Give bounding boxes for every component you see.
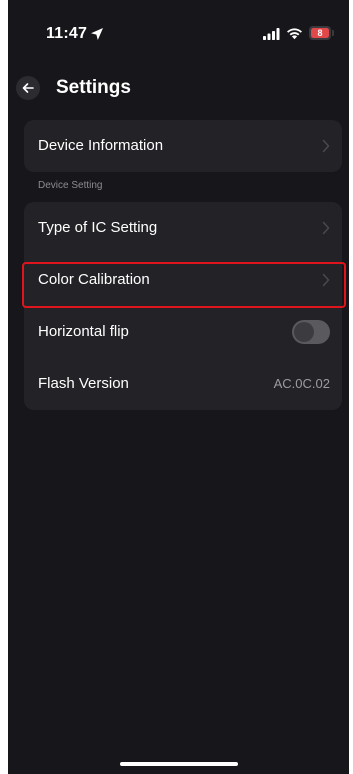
device-setting-card: Type of IC Setting Color Calibration Hor… <box>24 202 342 410</box>
phone-screen: 11:47 8 Settings Device Information Devi… <box>8 0 349 774</box>
horizontal-flip-toggle[interactable] <box>292 320 330 344</box>
type-of-ic-setting-label: Type of IC Setting <box>38 219 158 236</box>
chevron-right-icon <box>322 221 330 235</box>
location-arrow-icon <box>91 28 103 40</box>
device-information-label: Device Information <box>38 137 164 154</box>
device-information-card: Device Information <box>24 120 342 172</box>
color-calibration-label: Color Calibration <box>38 271 150 288</box>
back-button[interactable] <box>16 76 40 100</box>
wifi-icon <box>287 28 302 40</box>
signal-icon <box>263 28 280 40</box>
flash-version-row: Flash Version AC.0C.02 <box>24 358 342 410</box>
horizontal-flip-row: Horizontal flip <box>24 306 342 358</box>
flash-version-label: Flash Version <box>38 375 129 392</box>
chevron-right-icon <box>322 139 330 153</box>
flash-version-value: AC.0C.02 <box>273 376 330 391</box>
battery-cap <box>332 30 334 36</box>
battery-icon: 8 <box>309 26 335 40</box>
device-information-row[interactable]: Device Information <box>24 120 342 172</box>
battery-level: 8 <box>317 28 323 38</box>
horizontal-flip-label: Horizontal flip <box>38 323 129 340</box>
toggle-knob <box>294 322 314 342</box>
section-label-device-setting: Device Setting <box>38 180 103 191</box>
type-of-ic-setting-row[interactable]: Type of IC Setting <box>24 202 342 254</box>
status-bar: 11:47 8 <box>8 0 349 60</box>
home-indicator <box>120 762 238 766</box>
arrow-left-icon <box>22 83 34 93</box>
color-calibration-row[interactable]: Color Calibration <box>24 254 342 306</box>
status-time: 11:47 <box>46 25 88 42</box>
page-title: Settings <box>56 77 131 98</box>
chevron-right-icon <box>322 273 330 287</box>
